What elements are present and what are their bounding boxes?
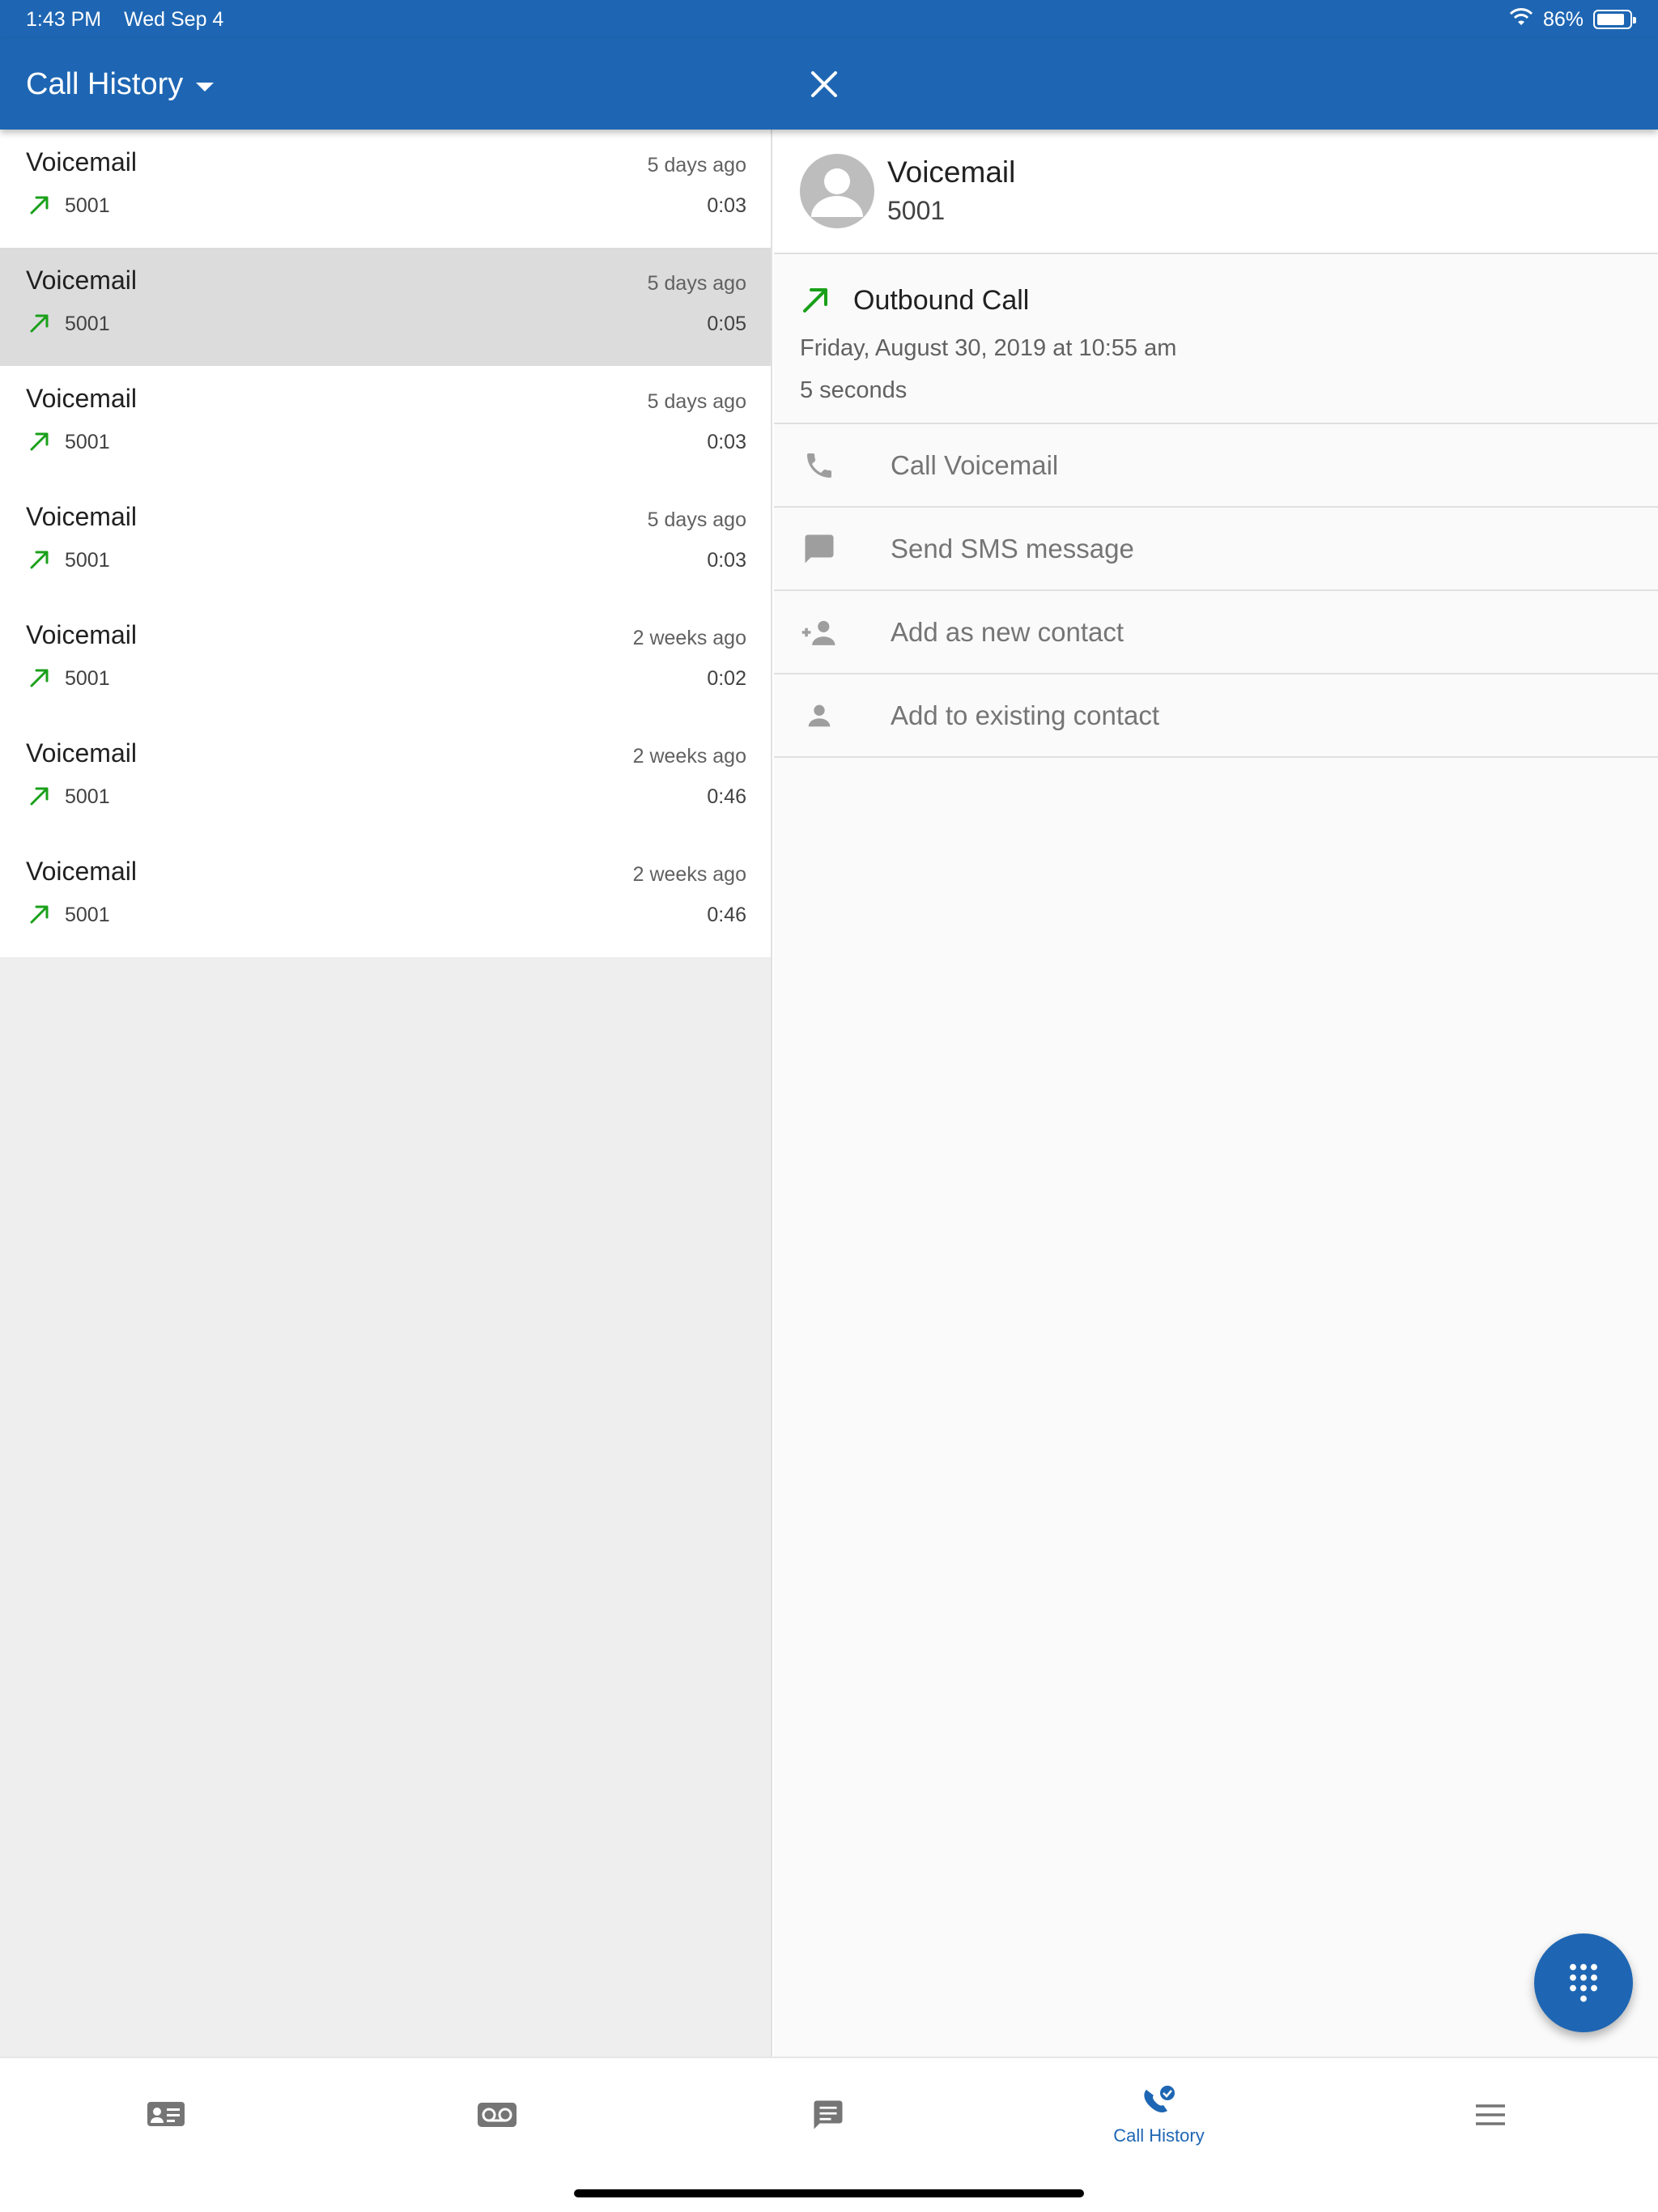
call-time-ago: 5 days ago bbox=[647, 154, 746, 177]
action-label: Add as new contact bbox=[891, 616, 1124, 647]
caller-name: Voicemail bbox=[26, 738, 137, 768]
caller-name: Voicemail bbox=[26, 857, 137, 886]
call-time-ago: 5 days ago bbox=[647, 390, 746, 413]
person-icon bbox=[800, 696, 839, 735]
call-duration: 0:05 bbox=[707, 313, 746, 335]
caller-name: Voicemail bbox=[26, 502, 137, 531]
call-list-item[interactable]: Voicemail 5 days ago 5001 0:05 bbox=[0, 248, 771, 366]
call-time-ago: 5 days ago bbox=[647, 272, 746, 295]
dialpad-icon bbox=[1570, 1963, 1597, 2002]
tab-messages[interactable] bbox=[662, 2058, 993, 2172]
call-time-ago: 2 weeks ago bbox=[632, 627, 746, 649]
call-duration: 0:46 bbox=[707, 904, 746, 926]
tab-call-history[interactable]: Call History bbox=[993, 2058, 1324, 2172]
send-sms-button[interactable]: Send SMS message bbox=[774, 508, 1658, 591]
call-time-ago: 5 days ago bbox=[647, 508, 746, 531]
status-date: Wed Sep 4 bbox=[124, 7, 224, 31]
action-label: Add to existing contact bbox=[891, 700, 1160, 730]
call-duration: 0:03 bbox=[707, 194, 746, 217]
dialpad-button[interactable] bbox=[1534, 1933, 1633, 2032]
phone-icon bbox=[800, 446, 839, 485]
outbound-arrow-icon bbox=[30, 669, 49, 687]
chat-icon bbox=[814, 2100, 842, 2129]
caller-number: 5001 bbox=[65, 194, 110, 217]
call-time-ago: 2 weeks ago bbox=[632, 863, 746, 886]
message-icon bbox=[800, 530, 839, 568]
call-voicemail-button[interactable]: Call Voicemail bbox=[774, 424, 1658, 508]
call-date: Friday, August 30, 2019 at 10:55 am bbox=[800, 335, 1177, 361]
call-duration: 0:02 bbox=[707, 667, 746, 690]
action-label: Send SMS message bbox=[891, 533, 1134, 564]
call-list: Voicemail 5 days ago 5001 0:03 Voicemail 5 da… bbox=[0, 130, 772, 2057]
call-list-item[interactable]: Voicemail 5 days ago 5001 0:03 bbox=[0, 484, 771, 602]
contact-name: Voicemail bbox=[887, 155, 1016, 189]
tab-contacts[interactable] bbox=[0, 2058, 331, 2172]
caller-number: 5001 bbox=[65, 904, 110, 926]
app-title: Call History bbox=[26, 66, 184, 101]
call-list-item[interactable]: Voicemail 5 days ago 5001 0:03 bbox=[0, 366, 771, 484]
call-duration: 0:03 bbox=[707, 549, 746, 572]
battery-percent: 86% bbox=[1542, 7, 1584, 31]
outbound-arrow-icon bbox=[803, 288, 827, 313]
call-detail-pane: Voicemail 5001 Outbound Call Friday, Aug… bbox=[774, 130, 1658, 2057]
close-icon bbox=[811, 71, 837, 97]
contacts-card-icon bbox=[147, 2102, 185, 2126]
avatar bbox=[800, 154, 874, 228]
caller-number: 5001 bbox=[65, 785, 110, 808]
battery-icon bbox=[1593, 10, 1636, 29]
tab-more-menu[interactable] bbox=[1324, 2058, 1656, 2172]
call-history-icon bbox=[1143, 2084, 1176, 2112]
view-selector-dropdown[interactable]: Call History bbox=[26, 39, 215, 130]
call-type: Outbound Call bbox=[853, 285, 1030, 316]
caller-number: 5001 bbox=[65, 313, 110, 335]
add-existing-contact-button[interactable]: Add to existing contact bbox=[774, 674, 1658, 758]
caller-name: Voicemail bbox=[26, 620, 137, 649]
contact-header: Voicemail 5001 bbox=[774, 130, 1658, 254]
status-time: 1:43 PM bbox=[26, 7, 102, 31]
call-time-ago: 2 weeks ago bbox=[632, 745, 746, 768]
outbound-arrow-icon bbox=[30, 196, 49, 215]
person-silhouette-icon bbox=[811, 168, 863, 217]
voicemail-icon bbox=[477, 2103, 517, 2127]
caller-name: Voicemail bbox=[26, 266, 137, 295]
caller-name: Voicemail bbox=[26, 384, 137, 413]
call-duration: 0:46 bbox=[707, 785, 746, 808]
caret-down-icon bbox=[196, 82, 215, 91]
wifi-icon bbox=[1509, 7, 1533, 32]
call-list-item[interactable]: Voicemail 2 weeks ago 5001 0:46 bbox=[0, 839, 771, 957]
call-list-item[interactable]: Voicemail 2 weeks ago 5001 0:46 bbox=[0, 721, 771, 839]
tab-voicemail[interactable] bbox=[331, 2058, 662, 2172]
tab-label: Call History bbox=[1113, 2125, 1205, 2146]
call-list-item[interactable]: Voicemail 2 weeks ago 5001 0:02 bbox=[0, 602, 771, 721]
outbound-arrow-icon bbox=[30, 314, 49, 333]
call-info: Outbound Call Friday, August 30, 2019 at… bbox=[774, 254, 1658, 424]
app-bar: Call History bbox=[0, 39, 1658, 130]
add-new-contact-button[interactable]: Add as new contact bbox=[774, 591, 1658, 674]
home-indicator bbox=[574, 2189, 1084, 2197]
outbound-arrow-icon bbox=[30, 551, 49, 569]
call-duration: 0:03 bbox=[707, 431, 746, 453]
add-person-icon bbox=[800, 613, 839, 652]
outbound-arrow-icon bbox=[30, 905, 49, 924]
caller-name: Voicemail bbox=[26, 147, 137, 177]
action-label: Call Voicemail bbox=[891, 449, 1059, 480]
caller-number: 5001 bbox=[65, 667, 110, 690]
menu-icon bbox=[1475, 2104, 1505, 2125]
status-bar: 1:43 PM Wed Sep 4 86% bbox=[0, 0, 1658, 39]
contact-number: 5001 bbox=[887, 196, 946, 225]
call-length: 5 seconds bbox=[800, 377, 908, 403]
outbound-arrow-icon bbox=[30, 787, 49, 806]
call-list-item[interactable]: Voicemail 5 days ago 5001 0:03 bbox=[0, 130, 771, 248]
close-button[interactable] bbox=[801, 62, 847, 107]
caller-number: 5001 bbox=[65, 431, 110, 453]
caller-number: 5001 bbox=[65, 549, 110, 572]
outbound-arrow-icon bbox=[30, 432, 49, 451]
